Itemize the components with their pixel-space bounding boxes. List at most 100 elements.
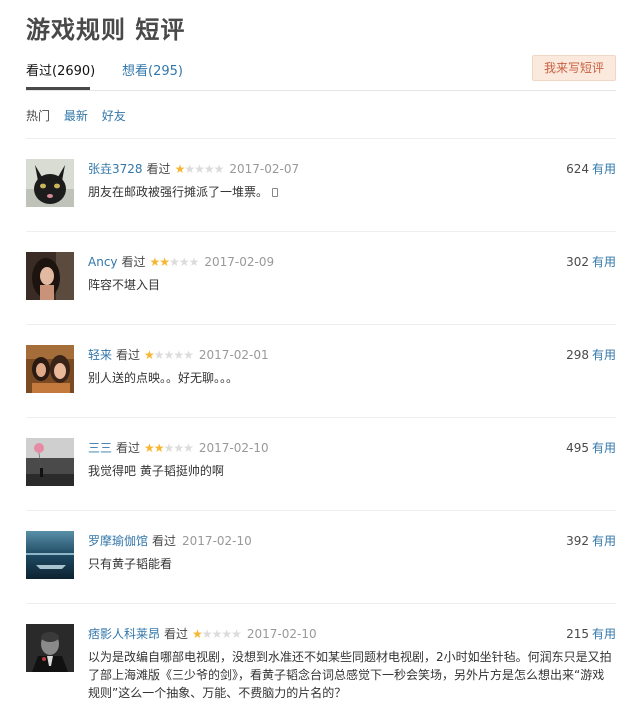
comment-date: 2017-02-10: [182, 534, 252, 548]
comment-body: 朋友在邮政被强行摊派了一堆票。: [88, 185, 269, 199]
useful-button[interactable]: 有用: [592, 627, 616, 641]
star-empty-icon: ★: [173, 348, 184, 362]
star-empty-icon: ★: [221, 627, 232, 641]
star-empty-icon: ★: [184, 162, 195, 176]
star-empty-icon: ★: [183, 348, 194, 362]
star-empty-icon: ★: [163, 348, 175, 362]
comment-username[interactable]: 三三: [88, 441, 112, 455]
vote-count: 392: [566, 534, 589, 548]
star-filled-icon: ★: [153, 441, 165, 455]
star-filled-icon: ★: [149, 255, 161, 269]
comment-username[interactable]: Ancy: [88, 255, 118, 269]
comment-item: 轻来 看过 ★★★★★ 2017-02-01 298 有用 别人送的点映。。好无聊。。。: [26, 325, 616, 418]
star-empty-icon: ★: [173, 441, 184, 455]
two-girls-avatar[interactable]: [26, 345, 74, 393]
vote-count: 215: [566, 627, 589, 641]
comment-meta: 罗摩瑜伽馆 看过 2017-02-10: [88, 532, 252, 549]
comment-status: 看过: [116, 441, 141, 455]
comment-username[interactable]: 轻来: [88, 348, 112, 362]
comment-item: 痞影人科莱昂 看过 ★★★★★ 2017-02-10 215 有用 以为是改编自哪部电视…: [26, 604, 616, 706]
comment-votes: 215 有用: [566, 625, 616, 642]
comment-username[interactable]: 张垚3728: [88, 162, 143, 176]
comment-status: 看过: [164, 627, 189, 641]
star-filled-icon: ★: [144, 441, 155, 455]
active-tab-indicator: [26, 87, 90, 90]
star-empty-icon: ★: [194, 162, 205, 176]
star-filled-icon: ★: [159, 255, 170, 269]
comment-votes: 624 有用: [566, 160, 616, 177]
comment-date: 2017-02-10: [198, 441, 269, 455]
star-empty-icon: ★: [153, 348, 165, 362]
sort-filters: 热门 最新 好友: [26, 107, 136, 124]
star-filled-icon: ★: [144, 348, 155, 362]
comment-username[interactable]: 痞影人科莱昂: [88, 627, 160, 641]
comment-username[interactable]: 罗摩瑜伽馆: [88, 534, 148, 548]
vote-count: 298: [566, 348, 589, 362]
rating-stars: ★★★★★: [144, 348, 194, 362]
comment-date: 2017-02-01: [198, 348, 269, 362]
star-empty-icon: ★: [183, 441, 194, 455]
page-title: 游戏规则 短评: [26, 16, 186, 44]
comment-text: 朋友在邮政被强行摊派了一堆票。: [88, 183, 616, 201]
comment-tabs: 看过(2690) 想看(295) 我来写短评: [26, 55, 616, 91]
star-filled-icon: ★: [174, 162, 186, 176]
ocean-dusk-avatar[interactable]: [26, 531, 74, 579]
filter-hot[interactable]: 热门: [26, 109, 50, 123]
star-empty-icon: ★: [203, 162, 215, 176]
star-empty-icon: ★: [163, 441, 175, 455]
rating-stars: ★★★★★: [174, 162, 225, 176]
comment-date: 2017-02-07: [229, 162, 300, 176]
comment-text: 我觉得吧 黄子韬挺帅的啊: [88, 464, 224, 478]
comment-meta: 三三 看过 ★★★★★ 2017-02-10: [88, 439, 269, 456]
star-empty-icon: ★: [211, 627, 223, 641]
godfather-avatar[interactable]: [26, 624, 74, 672]
tab-want[interactable]: 想看(295): [122, 60, 183, 79]
useful-button[interactable]: 有用: [592, 162, 616, 176]
comment-item: 罗摩瑜伽馆 看过 2017-02-10 392 有用 只有黄子韬能看: [26, 511, 616, 604]
useful-button[interactable]: 有用: [592, 255, 616, 269]
comment-meta: 痞影人科莱昂 看过 ★★★★★ 2017-02-10: [88, 625, 317, 642]
tab-watched[interactable]: 看过(2690): [26, 60, 95, 88]
comment-status: 看过: [152, 534, 177, 548]
comment-status: 看过: [116, 348, 141, 362]
comment-item: 张垚3728 看过 ★★★★★ 2017-02-07 624 有用 朋友在邮政被强行摊派…: [26, 139, 616, 232]
vote-count: 495: [566, 441, 589, 455]
star-empty-icon: ★: [188, 255, 200, 269]
comment-meta: 轻来 看过 ★★★★★ 2017-02-01: [88, 346, 269, 363]
star-empty-icon: ★: [213, 162, 225, 176]
woman-portrait-avatar[interactable]: [26, 252, 74, 300]
comment-text: 阵容不堪入目: [88, 278, 161, 292]
comment-text: 以为是改编自哪部电视剧，没想到水准还不如某些同题材电视剧，2小时如坐针毡。何润东…: [88, 650, 612, 700]
comment-status: 看过: [146, 162, 171, 176]
balloon-street-avatar[interactable]: [26, 438, 74, 486]
useful-button[interactable]: 有用: [592, 534, 616, 548]
comment-status: 看过: [121, 255, 146, 269]
rating-stars: ★★★★★: [144, 441, 194, 455]
star-empty-icon: ★: [231, 627, 242, 641]
vote-count: 624: [566, 162, 589, 176]
vote-count: 302: [566, 255, 589, 269]
comment-meta: Ancy 看过 ★★★★★ 2017-02-09: [88, 253, 274, 270]
star-empty-icon: ★: [178, 255, 190, 269]
filter-latest[interactable]: 最新: [64, 109, 88, 123]
comment-date: 2017-02-10: [246, 627, 317, 641]
comment-text: 只有黄子韬能看: [88, 557, 173, 571]
phone-icon: [272, 188, 279, 197]
black-cat-avatar[interactable]: [26, 159, 74, 207]
star-filled-icon: ★: [192, 627, 203, 641]
write-review-button[interactable]: 我来写短评: [532, 55, 616, 81]
comment-meta: 张垚3728 看过 ★★★★★ 2017-02-07: [88, 160, 299, 177]
comment-votes: 392 有用: [566, 532, 616, 549]
comment-item: 三三 看过 ★★★★★ 2017-02-10 495 有用 我觉得吧 黄子韬挺帅的啊: [26, 418, 616, 511]
comment-votes: 302 有用: [566, 253, 616, 270]
comment-votes: 298 有用: [566, 346, 616, 363]
rating-stars: ★★★★★: [149, 255, 200, 269]
useful-button[interactable]: 有用: [592, 441, 616, 455]
filter-friends[interactable]: 好友: [102, 109, 126, 123]
comment-date: 2017-02-09: [204, 255, 275, 269]
star-empty-icon: ★: [201, 627, 213, 641]
comment-item: Ancy 看过 ★★★★★ 2017-02-09 302 有用 阵容不堪入目: [26, 232, 616, 325]
comment-text: 别人送的点映。。好无聊。。。: [88, 371, 239, 385]
useful-button[interactable]: 有用: [592, 348, 616, 362]
star-empty-icon: ★: [169, 255, 180, 269]
